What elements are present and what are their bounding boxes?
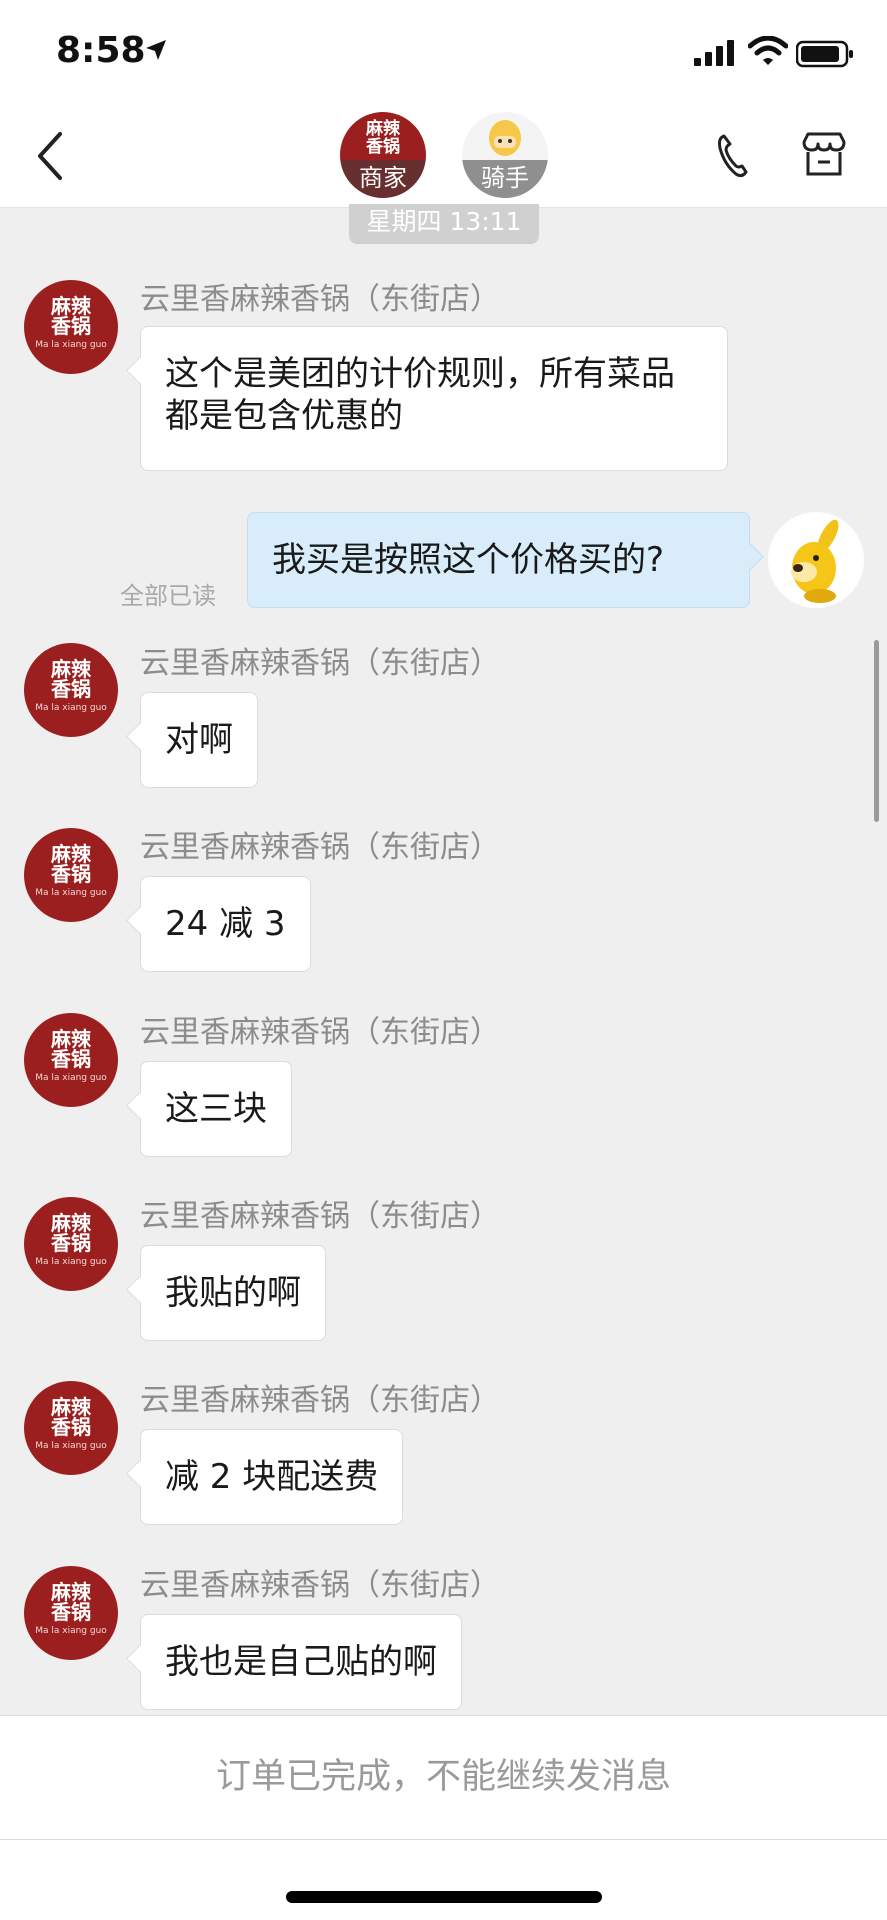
- chevron-left-icon[interactable]: [30, 128, 70, 184]
- home-indicator-area: [0, 1840, 887, 1920]
- battery-icon: [796, 40, 853, 68]
- merchant-tab[interactable]: 麻辣 香锅 商家: [340, 112, 426, 198]
- sender-name: 云里香麻辣香锅（东街店）: [140, 1015, 500, 1050]
- message-bubble[interactable]: 我也是自己贴的啊: [140, 1614, 462, 1710]
- kangaroo-avatar-icon: [791, 519, 839, 603]
- rider-avatar: [489, 120, 521, 156]
- chat-header: 麻辣 香锅 商家 骑手: [0, 100, 887, 208]
- rider-label: 骑手: [462, 160, 548, 198]
- sender-name: 云里香麻辣香锅（东街店）: [140, 1199, 500, 1234]
- message-bubble[interactable]: 24 减 3: [140, 876, 311, 972]
- merchant-avatar[interactable]: 麻辣 香锅 Ma la xiang guo: [24, 1566, 118, 1660]
- store-icon[interactable]: [800, 130, 848, 180]
- cellular-signal-icon: [694, 40, 734, 66]
- sender-name: 云里香麻辣香锅（东街店）: [140, 646, 500, 681]
- merchant-avatar[interactable]: 麻辣 香锅 Ma la xiang guo: [24, 1013, 118, 1107]
- wifi-icon: [748, 36, 788, 65]
- my-avatar[interactable]: [768, 512, 864, 608]
- rider-tab[interactable]: 骑手: [462, 112, 548, 198]
- scrollbar[interactable]: [874, 640, 879, 822]
- order-completed-notice: 订单已完成，不能继续发消息: [0, 1715, 887, 1840]
- message-bubble[interactable]: 这三块: [140, 1061, 292, 1157]
- status-time: 8:58: [56, 30, 146, 71]
- read-status: 全部已读: [120, 582, 216, 610]
- date-divider: 星期四 13:11: [349, 204, 539, 244]
- merchant-avatar[interactable]: 麻辣 香锅 Ma la xiang guo: [24, 643, 118, 737]
- sender-name: 云里香麻辣香锅（东街店）: [140, 1383, 500, 1418]
- status-bar: 8:58: [0, 0, 887, 100]
- home-indicator[interactable]: [286, 1891, 602, 1903]
- merchant-avatar[interactable]: 麻辣 香锅 Ma la xiang guo: [24, 1381, 118, 1475]
- message-bubble[interactable]: 这个是美团的计价规则，所有菜品都是包含优惠的: [140, 326, 728, 471]
- merchant-avatar[interactable]: 麻辣 香锅 Ma la xiang guo: [24, 1197, 118, 1291]
- merchant-logo: 麻辣 香锅: [366, 119, 400, 157]
- merchant-avatar[interactable]: 麻辣 香锅 Ma la xiang guo: [24, 828, 118, 922]
- my-message-bubble[interactable]: 我买是按照这个价格买的?: [247, 512, 750, 608]
- message-bubble[interactable]: 减 2 块配送费: [140, 1429, 404, 1525]
- message-bubble[interactable]: 对啊: [140, 692, 258, 788]
- message-bubble[interactable]: 我贴的啊: [140, 1245, 326, 1341]
- phone-icon[interactable]: [710, 130, 754, 180]
- merchant-label: 商家: [340, 160, 426, 198]
- sender-name: 云里香麻辣香锅（东街店）: [140, 282, 500, 317]
- location-arrow-icon: [146, 40, 166, 60]
- merchant-avatar[interactable]: 麻辣 香锅 Ma la xiang guo: [24, 280, 118, 374]
- sender-name: 云里香麻辣香锅（东街店）: [140, 830, 500, 865]
- sender-name: 云里香麻辣香锅（东街店）: [140, 1568, 500, 1603]
